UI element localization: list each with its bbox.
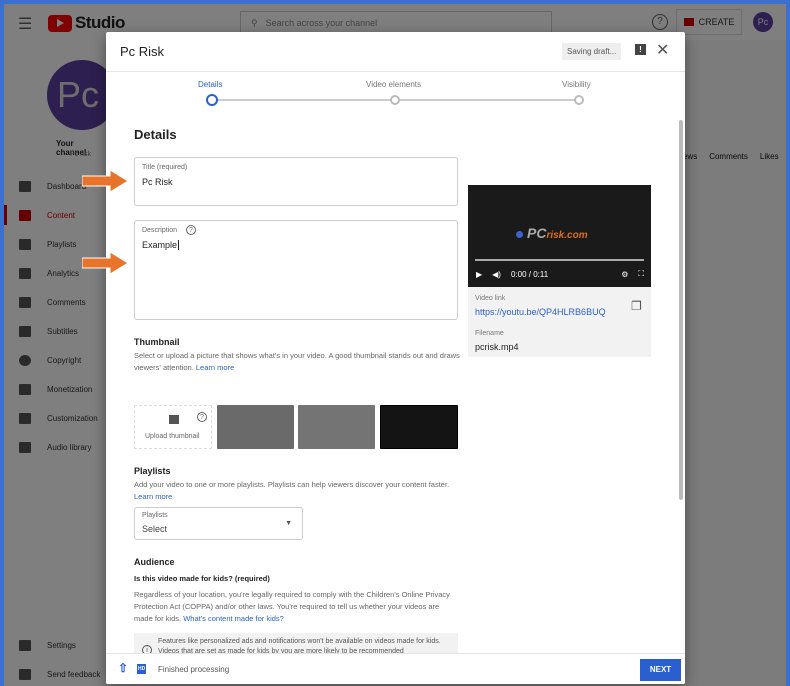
video-preview-panel: PCrisk.com ▶ ◀) 0:00 / 0:11 ⚙ ⛶ Video link… <box>468 185 651 357</box>
video-time: 0:00 / 0:11 <box>510 269 549 279</box>
step-dot-details[interactable] <box>206 94 218 106</box>
filename-label: Filename <box>475 330 504 337</box>
help-icon[interactable]: ? <box>197 412 207 422</box>
step-video-elements[interactable]: Video elements <box>366 80 421 89</box>
step-visibility[interactable]: Visibility <box>562 80 591 89</box>
video-player[interactable]: PCrisk.com ▶ ◀) 0:00 / 0:11 ⚙ ⛶ <box>468 185 651 287</box>
title-field-label: Title (required) <box>142 164 188 171</box>
step-details[interactable]: Details <box>198 80 222 89</box>
volume-icon[interactable]: ◀) <box>492 270 501 279</box>
description-field[interactable]: Description ? Example <box>134 220 458 320</box>
orange-arrow-annotation <box>82 170 128 192</box>
dialog-header: Pc Risk Saving draft... ! ✕ <box>106 32 685 72</box>
learn-more-link[interactable]: Learn more <box>196 363 234 372</box>
playlists-select-value: Select <box>142 524 168 534</box>
video-link[interactable]: https://youtu.be/QP4HLRB6BUQ <box>475 307 606 317</box>
description-field-label: Description <box>142 227 178 234</box>
learn-more-link[interactable]: Learn more <box>134 492 172 501</box>
thumbnail-option-3[interactable] <box>380 405 458 449</box>
dropdown-arrow-icon: ▼ <box>285 520 292 527</box>
help-icon[interactable]: ? <box>186 225 196 235</box>
description-field-value: Example <box>142 240 180 250</box>
title-field[interactable]: Title (required) Pc Risk <box>134 157 458 206</box>
fullscreen-icon[interactable]: ⛶ <box>638 269 644 279</box>
upload-details-dialog: Pc Risk Saving draft... ! ✕ Details Vide… <box>106 32 685 684</box>
youtube-studio: ☰ Studio ⚲Search across your channel ? C… <box>4 4 786 686</box>
audience-question: Is this video made for kids? (required) <box>134 574 270 583</box>
upload-thumbnail-button[interactable]: ? Upload thumbnail <box>134 405 212 449</box>
video-progress-bar[interactable] <box>475 259 644 261</box>
copy-icon[interactable]: ❐ <box>631 299 642 313</box>
gear-icon[interactable]: ⚙ <box>621 270 628 279</box>
details-heading: Details <box>134 127 177 142</box>
thumbnail-option-2[interactable] <box>298 405 375 449</box>
playlists-select[interactable]: Playlists Select ▼ <box>134 507 303 540</box>
audience-heading: Audience <box>134 557 175 567</box>
dialog-content: Details Title (required) Pc Risk Descrip… <box>106 112 685 672</box>
audience-description: Regardless of your location, you're lega… <box>134 590 450 623</box>
thumbnail-heading: Thumbnail <box>134 337 180 347</box>
pcrisk-logo: PCrisk.com <box>516 225 588 241</box>
stepper: Details Video elements Visibility <box>106 80 685 110</box>
video-controls: ▶ ◀) 0:00 / 0:11 ⚙ ⛶ <box>476 269 644 279</box>
step-dot-visibility[interactable] <box>574 95 584 105</box>
saving-status-badge: Saving draft... <box>562 43 622 60</box>
add-image-icon <box>169 415 179 424</box>
feedback-icon[interactable]: ! <box>635 44 646 55</box>
thumbnail-description: Select or upload a picture that shows wh… <box>134 351 460 372</box>
orange-arrow-annotation <box>82 252 128 274</box>
dialog-title: Pc Risk <box>120 44 165 59</box>
made-for-kids-link[interactable]: What's content made for kids? <box>183 614 284 623</box>
video-link-label: Video link <box>475 295 506 302</box>
playlists-description: Add your video to one or more playlists.… <box>134 480 450 501</box>
play-icon[interactable]: ▶ <box>476 270 482 279</box>
processing-status: Finished processing <box>158 665 230 674</box>
scrollbar[interactable] <box>679 120 683 500</box>
hd-badge: HD <box>137 664 147 674</box>
playlists-select-label: Playlists <box>142 512 168 519</box>
step-dot-video-elements[interactable] <box>390 95 400 105</box>
thumbnail-option-1[interactable] <box>217 405 294 449</box>
close-icon[interactable]: ✕ <box>656 40 669 60</box>
next-button[interactable]: NEXT <box>640 659 681 681</box>
dialog-footer: ⇧ HD Finished processing NEXT <box>106 653 685 684</box>
upload-icon: ⇧ <box>118 661 129 675</box>
title-field-value: Pc Risk <box>142 177 173 187</box>
filename: pcrisk.mp4 <box>475 342 519 352</box>
playlists-heading: Playlists <box>134 466 171 476</box>
